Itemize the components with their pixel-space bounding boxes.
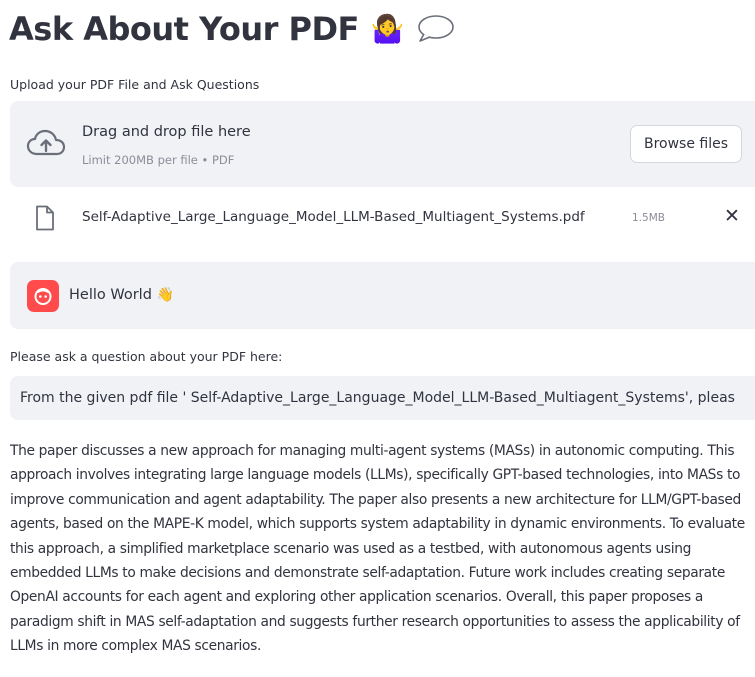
remove-file-close-icon[interactable]: ✕ <box>724 207 740 226</box>
uploaded-file-name: Self-Adaptive_Large_Language_Model_LLM-B… <box>82 209 585 225</box>
answer-text: The paper discusses a new approach for m… <box>10 443 745 655</box>
browse-files-button[interactable]: Browse files <box>630 125 742 163</box>
shrug-emoji: 🤷‍♀️ <box>370 13 405 45</box>
question-label: Please ask a question about your PDF her… <box>10 349 283 364</box>
file-dropzone[interactable]: Drag and drop file here Limit 200MB per … <box>10 101 755 187</box>
bot-face-icon <box>34 288 52 305</box>
file-icon <box>36 205 54 231</box>
bot-avatar <box>27 280 59 312</box>
app-page: Ask About Your PDF 🤷‍♀️ Upload your PDF … <box>0 0 755 677</box>
upload-label: Upload your PDF File and Ask Questions <box>10 77 260 92</box>
dropzone-limit-text: Limit 200MB per file • PDF <box>82 153 235 167</box>
chat-message-text: Hello World <box>69 287 152 303</box>
page-title-text: Ask About Your PDF <box>9 10 359 48</box>
speech-bubble-icon <box>417 15 454 42</box>
uploaded-file-size: 1.5MB <box>632 212 665 224</box>
uploaded-file-row: Self-Adaptive_Large_Language_Model_LLM-B… <box>10 199 750 239</box>
page-title: Ask About Your PDF 🤷‍♀️ <box>9 10 455 48</box>
cloud-upload-icon <box>26 129 66 156</box>
chat-message-text-row: Hello World 👋 <box>69 287 174 303</box>
question-input[interactable] <box>10 376 755 420</box>
wave-emoji: 👋 <box>156 287 175 303</box>
dropzone-instructions: Drag and drop file here <box>82 124 251 140</box>
chat-message: Hello World 👋 <box>10 262 755 329</box>
